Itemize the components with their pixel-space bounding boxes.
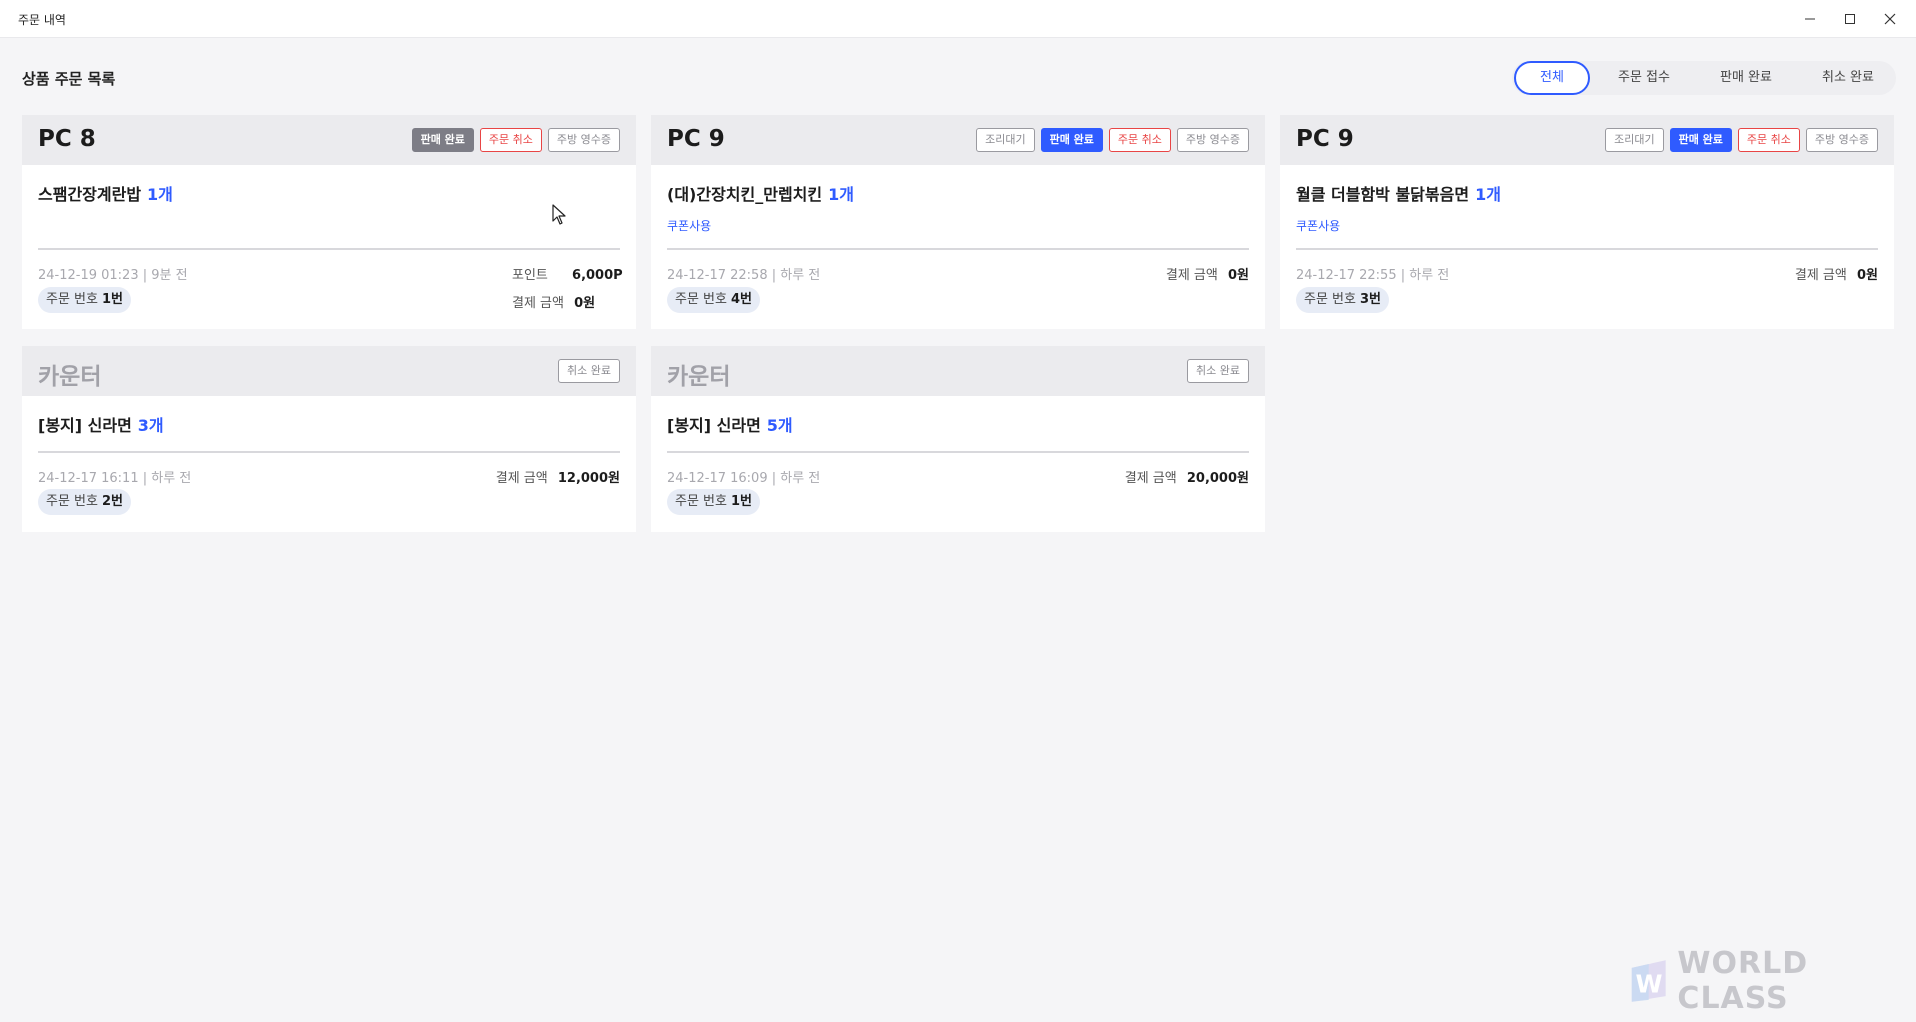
sale-complete-button[interactable]: 판매 완료	[1040, 128, 1103, 152]
item-quantity: 1개	[1475, 185, 1501, 204]
item-quantity: 5개	[766, 416, 793, 435]
order-card-header: PC 8 판매 완료 주문 취소 주방 영수증	[22, 115, 636, 165]
payment-row: 결제 금액 0원	[1794, 268, 1878, 283]
coupon-used-label: 쿠폰사용	[1296, 219, 1341, 233]
cooking-wait-button[interactable]: 조리대기	[976, 128, 1035, 152]
point-row: 포인트 6,000P	[512, 268, 623, 283]
maximize-button[interactable]	[1830, 0, 1870, 38]
order-card[interactable]: 카운터 취소 완료 [봉지] 신라면 3개 24-12-17 16:11 | 하루…	[22, 346, 636, 532]
order-number-badge: 주문 번호 3번	[1296, 287, 1389, 313]
order-time: 24-12-17 16:09 | 하루 전	[667, 471, 821, 486]
order-number-badge: 주문 번호 4번	[667, 287, 760, 313]
cancel-order-button[interactable]: 주문 취소	[479, 128, 542, 152]
seat-label: PC 9	[1296, 126, 1354, 152]
order-number-badge: 주문 번호 1번	[667, 489, 760, 515]
minimize-icon	[1805, 18, 1815, 20]
order-number-badge: 주문 번호 2번	[38, 489, 131, 515]
order-card[interactable]: PC 9 조리대기 판매 완료 주문 취소 주방 영수증 월클 더블함박 불닭볶…	[1280, 115, 1894, 329]
payment-row: 결제 금액 20,000원	[1124, 471, 1249, 486]
order-time: 24-12-17 22:55 | 하루 전	[1296, 268, 1450, 283]
item-quantity: 1개	[147, 185, 173, 204]
divider	[667, 451, 1249, 453]
seat-label: PC 8	[38, 126, 96, 152]
order-card-header: 카운터 취소 완료	[22, 346, 636, 396]
item-quantity: 1개	[828, 185, 854, 204]
world-class-logo-icon: W	[1631, 960, 1666, 1002]
cancel-order-button[interactable]: 주문 취소	[1108, 128, 1171, 152]
maximize-icon	[1845, 14, 1855, 24]
order-card-header: PC 9 조리대기 판매 완료 주문 취소 주방 영수증	[1280, 115, 1894, 165]
watermark-text: WORLD CLASS	[1677, 946, 1809, 1016]
tab-all[interactable]: 전체	[1514, 61, 1590, 95]
cancel-order-button[interactable]: 주문 취소	[1737, 128, 1800, 152]
coupon-used-label: 쿠폰사용	[667, 219, 712, 233]
order-time: 24-12-17 22:58 | 하루 전	[667, 268, 821, 283]
seat-label: 카운터	[38, 364, 102, 390]
window-title: 주문 내역	[18, 13, 66, 27]
payment-row: 결제 금액 0원	[1165, 268, 1249, 283]
item-name: [봉지] 신라면 5개	[667, 416, 793, 435]
divider	[1296, 248, 1878, 250]
order-time: 24-12-19 01:23 | 9분 전	[38, 268, 188, 283]
kitchen-receipt-button[interactable]: 주방 영수증	[1176, 128, 1249, 152]
divider	[38, 451, 620, 453]
mouse-cursor-icon	[552, 204, 566, 225]
item-name: 스팸간장계란밥 1개	[38, 185, 173, 204]
divider	[667, 248, 1249, 250]
cancel-complete-badge: 취소 완료	[558, 359, 620, 383]
order-time: 24-12-17 16:11 | 하루 전	[38, 471, 192, 486]
tab-order-received[interactable]: 주문 접수	[1600, 61, 1688, 95]
svg-text:W: W	[1636, 969, 1663, 998]
order-card-header: PC 9 조리대기 판매 완료 주문 취소 주방 영수증	[651, 115, 1265, 165]
tab-cancel-complete[interactable]: 취소 완료	[1804, 61, 1892, 95]
sale-complete-button[interactable]: 판매 완료	[411, 128, 474, 152]
seat-label: PC 9	[667, 126, 725, 152]
order-card[interactable]: PC 9 조리대기 판매 완료 주문 취소 주방 영수증 (대)간장치킨_만렙치…	[651, 115, 1265, 329]
seat-label: 카운터	[667, 364, 731, 390]
kitchen-receipt-button[interactable]: 주방 영수증	[1805, 128, 1878, 152]
order-card-header: 카운터 취소 완료	[651, 346, 1265, 396]
divider	[38, 248, 620, 250]
item-name: (대)간장치킨_만렙치킨 1개	[667, 185, 854, 204]
title-bar: 주문 내역	[0, 0, 1916, 38]
payment-row: 결제 금액 0원	[512, 296, 596, 311]
kitchen-receipt-button[interactable]: 주방 영수증	[547, 128, 620, 152]
item-name: 월클 더블함박 불닭볶음면 1개	[1296, 185, 1501, 204]
cooking-wait-button[interactable]: 조리대기	[1605, 128, 1664, 152]
minimize-button[interactable]	[1790, 0, 1830, 38]
sale-complete-button[interactable]: 판매 완료	[1669, 128, 1732, 152]
close-icon	[1884, 13, 1896, 25]
cancel-complete-badge: 취소 완료	[1187, 359, 1249, 383]
order-card[interactable]: PC 8 판매 완료 주문 취소 주방 영수증 스팸간장계란밥 1개 24-12-…	[22, 115, 636, 329]
tab-sale-complete[interactable]: 판매 완료	[1702, 61, 1790, 95]
order-number-badge: 주문 번호 1번	[38, 287, 131, 313]
page-title: 상품 주문 목록	[22, 70, 116, 88]
order-card[interactable]: 카운터 취소 완료 [봉지] 신라면 5개 24-12-17 16:09 | 하루…	[651, 346, 1265, 532]
payment-row: 결제 금액 12,000원	[495, 471, 620, 486]
item-quantity: 3개	[137, 416, 164, 435]
item-name: [봉지] 신라면 3개	[38, 416, 164, 435]
status-filter-tabs: 전체 주문 접수 판매 완료 취소 완료	[1512, 61, 1896, 95]
watermark: W WORLD CLASS	[1628, 946, 1916, 1016]
close-button[interactable]	[1870, 0, 1910, 38]
